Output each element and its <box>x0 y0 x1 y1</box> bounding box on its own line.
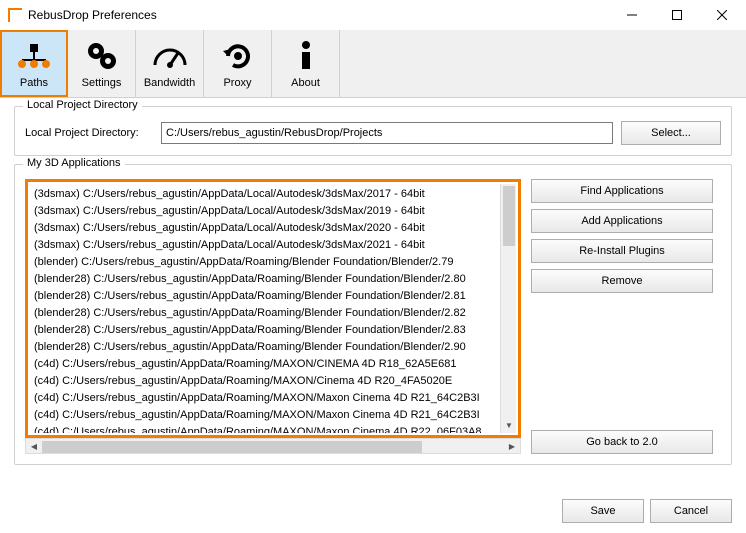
about-icon <box>299 39 313 73</box>
list-item[interactable]: (blender28) C:/Users/rebus_agustin/AppDa… <box>32 339 514 356</box>
go-back-button[interactable]: Go back to 2.0 <box>531 430 713 454</box>
tab-about-label: About <box>291 77 320 89</box>
select-directory-button[interactable]: Select... <box>621 121 721 145</box>
window-title: RebusDrop Preferences <box>28 8 609 22</box>
close-button[interactable] <box>699 0 744 30</box>
list-item[interactable]: (3dsmax) C:/Users/rebus_agustin/AppData/… <box>32 237 514 254</box>
list-item[interactable]: (c4d) C:/Users/rebus_agustin/AppData/Roa… <box>32 407 514 424</box>
list-item[interactable]: (c4d) C:/Users/rebus_agustin/AppData/Roa… <box>32 373 514 390</box>
my-3d-applications-group: My 3D Applications (3dsmax) C:/Users/reb… <box>14 164 732 465</box>
bandwidth-icon <box>153 39 187 73</box>
local-project-directory-input[interactable] <box>161 122 613 144</box>
window-controls <box>609 0 744 30</box>
toolbar: Paths Settings Bandwidth Proxy About <box>0 30 746 98</box>
tab-settings-label: Settings <box>82 77 122 89</box>
list-item[interactable]: (blender28) C:/Users/rebus_agustin/AppDa… <box>32 271 514 288</box>
list-item[interactable]: (blender) C:/Users/rebus_agustin/AppData… <box>32 254 514 271</box>
list-item[interactable]: (c4d) C:/Users/rebus_agustin/AppData/Roa… <box>32 356 514 373</box>
proxy-icon <box>223 39 253 73</box>
applications-list[interactable]: (3dsmax) C:/Users/rebus_agustin/AppData/… <box>30 184 516 433</box>
group-title: My 3D Applications <box>23 157 125 169</box>
tab-paths[interactable]: Paths <box>0 30 68 97</box>
hscroll-thumb[interactable] <box>42 441 422 453</box>
horizontal-scrollbar[interactable]: ◀ ▶ <box>25 438 521 454</box>
titlebar: RebusDrop Preferences <box>0 0 746 30</box>
footer: Save Cancel <box>562 499 732 523</box>
local-project-directory-label: Local Project Directory: <box>25 127 153 139</box>
maximize-button[interactable] <box>654 0 699 30</box>
minimize-button[interactable] <box>609 0 654 30</box>
local-project-directory-group: Local Project Directory Local Project Di… <box>14 106 732 156</box>
tab-bandwidth[interactable]: Bandwidth <box>136 30 204 97</box>
reinstall-plugins-button[interactable]: Re-Install Plugins <box>531 239 713 263</box>
tab-proxy-label: Proxy <box>223 77 251 89</box>
list-item[interactable]: (blender28) C:/Users/rebus_agustin/AppDa… <box>32 322 514 339</box>
tab-about[interactable]: About <box>272 30 340 97</box>
list-item[interactable]: (3dsmax) C:/Users/rebus_agustin/AppData/… <box>32 203 514 220</box>
applications-list-wrap: (3dsmax) C:/Users/rebus_agustin/AppData/… <box>25 179 521 438</box>
settings-icon <box>86 39 118 73</box>
list-item[interactable]: (blender28) C:/Users/rebus_agustin/AppDa… <box>32 305 514 322</box>
paths-icon <box>16 39 52 73</box>
applications-buttons: Find Applications Add Applications Re-In… <box>531 179 713 454</box>
app-icon <box>8 8 22 22</box>
group-title: Local Project Directory <box>23 99 142 111</box>
tab-proxy[interactable]: Proxy <box>204 30 272 97</box>
vertical-scrollbar[interactable]: ▲ ▼ <box>500 184 516 433</box>
list-item[interactable]: (blender28) C:/Users/rebus_agustin/AppDa… <box>32 288 514 305</box>
list-item[interactable]: (c4d) C:/Users/rebus_agustin/AppData/Roa… <box>32 424 514 433</box>
tab-bandwidth-label: Bandwidth <box>144 77 195 89</box>
scroll-left-icon[interactable]: ◀ <box>26 442 42 451</box>
find-applications-button[interactable]: Find Applications <box>531 179 713 203</box>
list-item[interactable]: (3dsmax) C:/Users/rebus_agustin/AppData/… <box>32 186 514 203</box>
content: Local Project Directory Local Project Di… <box>0 98 746 483</box>
tab-paths-label: Paths <box>20 77 48 89</box>
remove-button[interactable]: Remove <box>531 269 713 293</box>
scroll-thumb[interactable] <box>503 186 515 246</box>
scroll-right-icon[interactable]: ▶ <box>504 442 520 451</box>
save-button[interactable]: Save <box>562 499 644 523</box>
list-item[interactable]: (3dsmax) C:/Users/rebus_agustin/AppData/… <box>32 220 514 237</box>
cancel-button[interactable]: Cancel <box>650 499 732 523</box>
add-applications-button[interactable]: Add Applications <box>531 209 713 233</box>
tab-settings[interactable]: Settings <box>68 30 136 97</box>
list-item[interactable]: (c4d) C:/Users/rebus_agustin/AppData/Roa… <box>32 390 514 407</box>
scroll-down-icon[interactable]: ▼ <box>501 417 516 433</box>
